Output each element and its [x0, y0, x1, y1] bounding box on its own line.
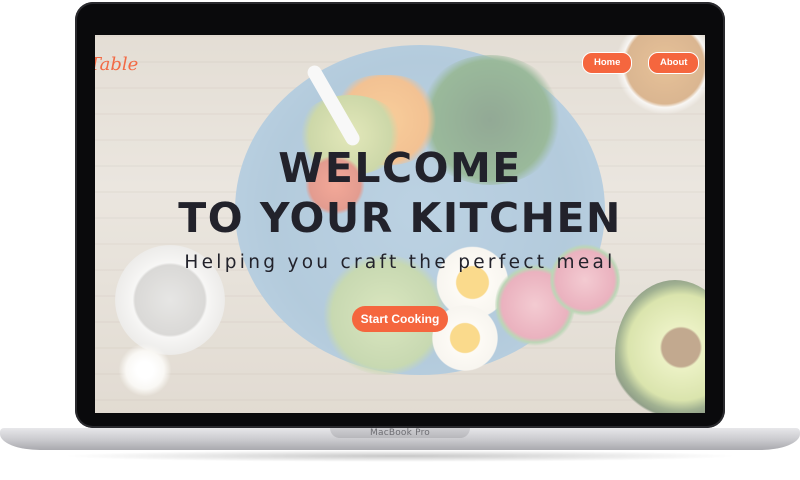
nav-home-button[interactable]: Home — [582, 52, 633, 74]
site-logo[interactable]: Table — [95, 54, 138, 75]
hero-title-line-1: WELCOME — [278, 144, 522, 192]
nav-about-button[interactable]: About — [648, 52, 700, 74]
hero-title-line-2: TO YOUR KITCHEN — [178, 194, 622, 242]
hero-subtitle: Helping you craft the perfect meal — [184, 252, 616, 273]
device-label: MacBook Pro — [370, 428, 430, 438]
hero-title: WELCOME TO YOUR KITCHEN — [95, 143, 705, 243]
laptop-shadow — [60, 450, 740, 462]
start-cooking-button[interactable]: Start Cooking — [352, 306, 448, 332]
laptop-screen: Table Home About WELCOME TO YOUR KITCHEN… — [95, 35, 705, 413]
